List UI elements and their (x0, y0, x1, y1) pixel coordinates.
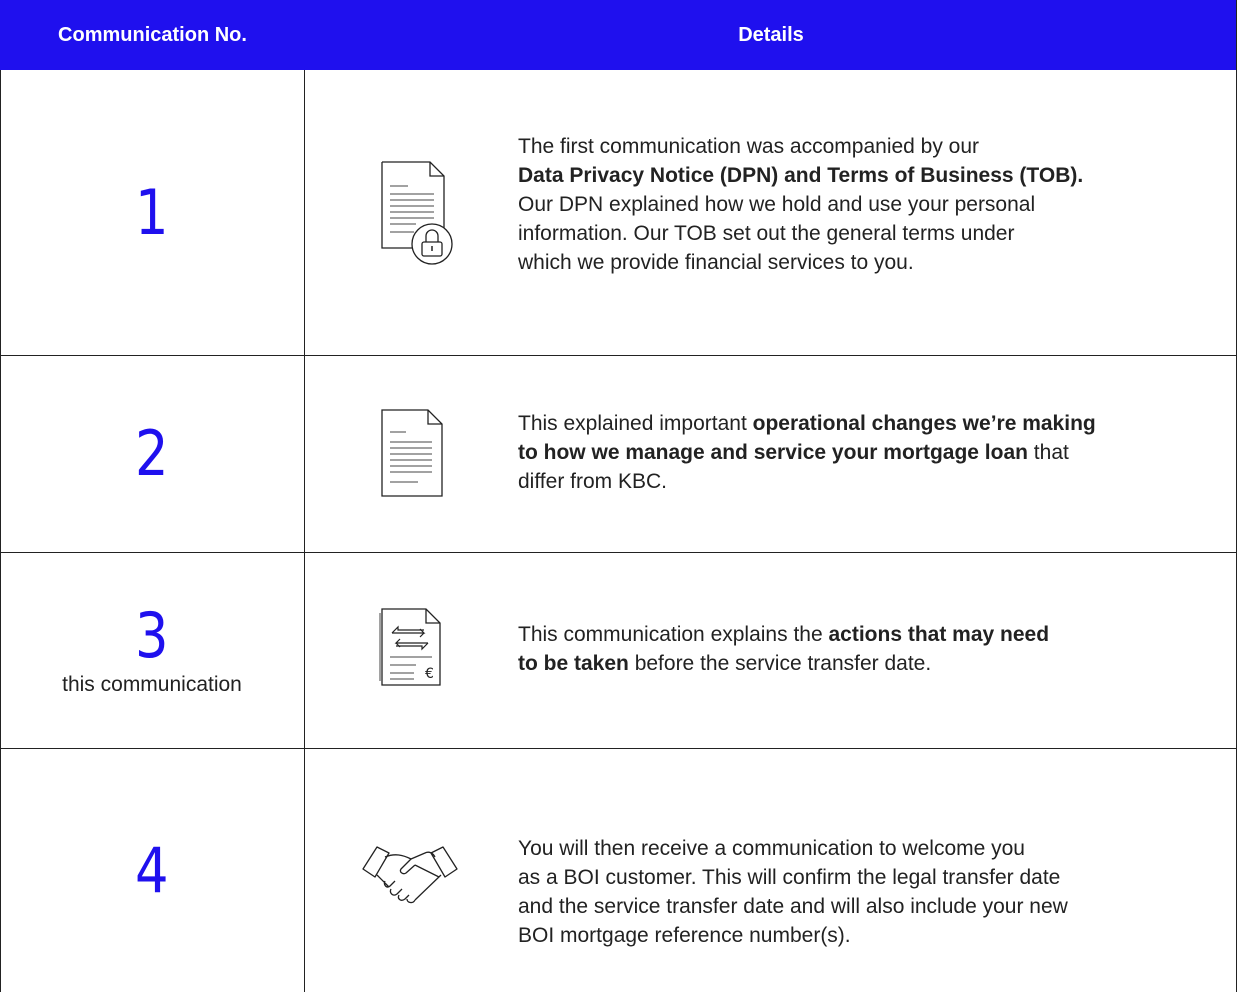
details-line: differ from KBC. (518, 467, 1198, 496)
details-line: which we provide financial services to y… (518, 248, 1198, 277)
number-value: 1 (135, 175, 169, 249)
details-text: This communication explains the (518, 623, 829, 646)
svg-text:€: € (425, 666, 434, 682)
number-value: 4 (135, 833, 169, 907)
number-subtitle: this communication (62, 672, 242, 696)
communication-number: 1 (0, 70, 304, 355)
communication-number: 3 this communication (0, 553, 304, 748)
details-text: that (1027, 441, 1069, 464)
details-line: The first communication was accompanied … (518, 132, 1198, 161)
details-text: information. Our TOB set out the general… (518, 222, 1015, 245)
details-bold-text: to how we manage and service your mortga… (518, 441, 1028, 464)
table-header: Communication No. Details (0, 0, 1237, 70)
details-line: This explained important operational cha… (518, 409, 1198, 438)
details-bold-text: Data Privacy Notice (DPN) and Terms of B… (518, 164, 1084, 187)
details-text: differ from KBC. (518, 470, 667, 493)
number-value: 3 (135, 598, 169, 672)
details-text: Our DPN explained how we hold and use yo… (518, 193, 1036, 216)
details-text: This explained important (518, 412, 753, 435)
row-details: The first communication was accompanied … (518, 132, 1198, 277)
details-text: before the service transfer date. (628, 652, 932, 675)
details-text: The first communication was accompanied … (518, 135, 980, 158)
table-row: 4 You will then receive a communication … (0, 749, 1237, 992)
details-text: and the service transfer date and will a… (518, 895, 1068, 918)
details-line: to how we manage and service your mortga… (518, 438, 1198, 467)
details-line: Data Privacy Notice (DPN) and Terms of B… (518, 161, 1198, 190)
document-lock-icon (370, 160, 460, 270)
details-line: You will then receive a communication to… (518, 834, 1198, 863)
communications-table: Communication No. Details 1 The first co… (0, 0, 1237, 992)
header-communication-no: Communication No. (58, 23, 247, 46)
details-bold-text: actions that may need (828, 623, 1050, 646)
details-text: which we provide financial services to y… (518, 251, 914, 274)
row-details: You will then receive a communication to… (518, 834, 1198, 950)
table-row: 1 The first communication was accompanie… (0, 70, 1237, 355)
document-icon (370, 408, 460, 500)
details-line: and the service transfer date and will a… (518, 892, 1198, 921)
row-details: This explained important operational cha… (518, 409, 1198, 496)
handshake-icon (355, 839, 465, 909)
details-line: to be taken before the service transfer … (518, 649, 1198, 678)
communication-number: 4 (0, 749, 304, 992)
row-details: This communication explains the actions … (518, 620, 1198, 678)
details-text: as a BOI customer. This will confirm the… (518, 866, 1061, 889)
header-details: Details (738, 23, 804, 46)
details-line: information. Our TOB set out the general… (518, 219, 1198, 248)
details-bold-text: to be taken (518, 652, 629, 675)
details-line: BOI mortgage reference number(s). (518, 921, 1198, 950)
details-line: This communication explains the actions … (518, 620, 1198, 649)
table-row: 2 This explained important operational c… (0, 356, 1237, 552)
number-value: 2 (135, 417, 169, 490)
details-text: BOI mortgage reference number(s). (518, 924, 851, 947)
details-bold-text: operational changes we’re making (752, 412, 1096, 435)
details-text: You will then receive a communication to… (518, 837, 1025, 860)
details-line: Our DPN explained how we hold and use yo… (518, 190, 1198, 219)
details-line: as a BOI customer. This will confirm the… (518, 863, 1198, 892)
communication-number: 2 (0, 356, 304, 552)
document-transfer-euro-icon: € (370, 603, 460, 689)
table-row: 3 this communication € This communicatio… (0, 553, 1237, 748)
